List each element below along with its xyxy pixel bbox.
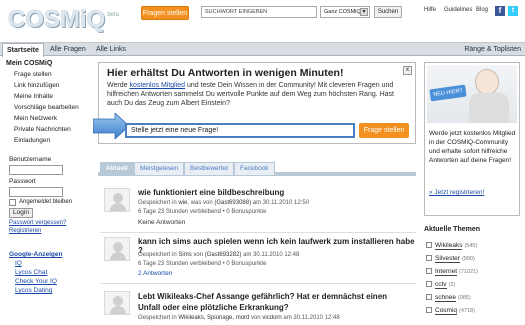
topic-item[interactable]: schnee (985) xyxy=(426,292,471,303)
arrow-icon xyxy=(93,113,129,139)
username-field[interactable] xyxy=(9,165,63,175)
tab-bestbewertet[interactable]: Bestbewertet xyxy=(184,162,234,175)
question-item: Lebt Wikileaks-Chef Assange gefährlich? … xyxy=(100,291,416,325)
twitter-icon[interactable]: t xyxy=(508,6,518,16)
question-item: wie funktioniert eine bildbeschreibung G… xyxy=(100,188,416,232)
checkbox-icon[interactable] xyxy=(426,307,432,313)
checkbox-icon[interactable] xyxy=(426,281,432,287)
remember-checkbox[interactable] xyxy=(9,199,16,206)
question-meta: Gespeichert in wie, was von (Gast693088)… xyxy=(138,200,310,206)
tab-facebook[interactable]: Facebook xyxy=(234,162,275,175)
tab-startseite[interactable]: Startseite xyxy=(2,43,44,57)
question-time-remaining: 6 Tage 23 Stunden verbleibend • 0 Bonusp… xyxy=(138,209,267,215)
search-scope-value: Ganz COSMiQ xyxy=(324,9,361,15)
guidelines-link[interactable]: Guidelines xyxy=(444,7,472,13)
promo-bubble: NEU HIER? xyxy=(429,84,467,102)
close-icon[interactable]: x xyxy=(403,66,412,75)
sidebar-item-ask[interactable]: Frage stellen xyxy=(6,69,90,80)
search-button[interactable]: Suchen xyxy=(374,6,402,18)
username-label: Benutzername xyxy=(9,156,52,163)
sidebar-item-network[interactable]: Mein Netzwerk xyxy=(6,113,90,124)
question-input[interactable]: Stelle jetzt eine neue Frage! xyxy=(125,123,355,138)
avatar[interactable] xyxy=(104,188,130,212)
answer-count-link[interactable]: 2 Antworten xyxy=(138,270,172,277)
question-time-remaining: 6 Tage 23 Stunden verbleibend • 0 Bonusp… xyxy=(138,261,267,267)
question-title[interactable]: wie funktioniert eine bildbeschreibung xyxy=(138,188,284,197)
question-meta: Gespeichert in Wikileaks, Spionage, mord… xyxy=(138,315,340,321)
logo-text: COSMiQ xyxy=(8,6,106,33)
question-title[interactable]: Lebt Wikileaks-Chef Assange gefährlich? … xyxy=(138,291,408,313)
ask-question-button[interactable]: Fragen stellen xyxy=(141,6,189,20)
person-head-icon xyxy=(475,69,499,95)
main-nav: Startseite Alle Fragen Alle Links Ränge … xyxy=(0,42,525,57)
sidebar-item-invitations[interactable]: Einladungen xyxy=(6,135,90,146)
password-label: Passwort xyxy=(9,178,36,185)
hero-title: Hier erhältst Du Antworten in wenigen Mi… xyxy=(107,67,344,79)
sidebar-item-add-link[interactable]: Link hinzufügen xyxy=(6,80,90,91)
avatar[interactable] xyxy=(104,291,130,315)
ask-question-submit-button[interactable]: Frage stellen xyxy=(359,123,409,138)
facebook-icon[interactable]: f xyxy=(495,6,505,16)
sidebar-item-messages[interactable]: Private Nachrichten xyxy=(6,124,90,135)
tab-meistgelesen[interactable]: Meistgelesen xyxy=(134,162,185,175)
ad-link-lycos-dating[interactable]: Lycos Dating xyxy=(9,287,52,294)
login-button[interactable]: Login xyxy=(9,208,33,218)
ad-link-check-iq[interactable]: Check Your IQ xyxy=(9,278,57,285)
sidebar-item-my-content[interactable]: Meine Inhalte xyxy=(6,91,90,102)
promo-image: NEU HIER? xyxy=(427,65,517,123)
chevron-down-icon[interactable]: ▼ xyxy=(360,8,368,16)
tab-alle-fragen[interactable]: Alle Fragen xyxy=(46,43,90,56)
checkbox-icon[interactable] xyxy=(426,294,432,300)
password-field[interactable] xyxy=(9,187,63,197)
question-item: kann ich sims auch spielen wenn ich kein… xyxy=(100,237,416,281)
hero-panel: Hier erhältst Du Antworten in wenigen Mi… xyxy=(93,62,416,144)
avatar[interactable] xyxy=(104,237,130,261)
ad-link-lycos-chat[interactable]: Lycos Chat xyxy=(9,269,47,276)
topic-item[interactable]: Silvester (990) xyxy=(426,253,475,264)
checkbox-icon[interactable] xyxy=(426,242,432,248)
sidebar-item-suggestions[interactable]: Vorschläge bearbeiten xyxy=(6,102,90,113)
google-ads-title[interactable]: Google-Anzeigen xyxy=(9,251,62,258)
checkbox-icon[interactable] xyxy=(426,268,432,274)
divider xyxy=(100,232,416,233)
signup-promo: NEU HIER? Werde jetzt kostenlos Mitglied… xyxy=(424,62,520,216)
question-meta: Gespeichert in Sims von (Gast693282) am … xyxy=(138,252,300,258)
tab-aktuell[interactable]: Aktuell xyxy=(100,162,134,175)
topic-item[interactable]: cctv (2) xyxy=(426,279,455,290)
ranks-link[interactable]: Ränge & Toplisten xyxy=(464,43,521,56)
topic-item[interactable]: Wikileaks (545) xyxy=(426,240,477,251)
question-tabs: Aktuell Meistgelesen Bestbewertet Facebo… xyxy=(98,160,416,176)
cosmiq-logo[interactable]: COSMiQ beta xyxy=(8,6,119,34)
person-body-icon xyxy=(469,93,509,123)
register-now-link[interactable]: » Jetzt registrieren! xyxy=(429,189,484,196)
remember-label: Angemeldet bleiben xyxy=(19,199,73,205)
tab-alle-links[interactable]: Alle Links xyxy=(92,43,130,56)
answer-count: Keine Antworten xyxy=(138,219,186,226)
search-input[interactable]: SUCHWORT EINGEBEN xyxy=(201,6,317,18)
sidebar-menu: Mein COSMiQ Frage stellen Link hinzufüge… xyxy=(6,60,90,146)
register-link[interactable]: Registrieren xyxy=(9,228,41,234)
sidebar-title: Mein COSMiQ xyxy=(6,60,53,67)
topic-item[interactable]: Internet (71021) xyxy=(426,266,478,277)
search-scope-select[interactable]: Ganz COSMiQ ▼ xyxy=(320,6,370,18)
help-link[interactable]: Hilfe xyxy=(424,7,436,13)
beta-badge: beta xyxy=(107,12,120,18)
free-membership-link[interactable]: kostenlos Mitglied xyxy=(129,82,185,89)
topics-title: Aktuelle Themen xyxy=(424,226,481,233)
divider xyxy=(100,283,416,284)
topic-item[interactable]: Cosmiq (4718) xyxy=(426,305,475,316)
forgot-password-link[interactable]: Passwort vergessen? xyxy=(9,220,66,226)
blog-link[interactable]: Blog xyxy=(476,7,488,13)
promo-text: Werde jetzt kostenlos Mitglied in der CO… xyxy=(429,130,516,164)
checkbox-icon[interactable] xyxy=(426,255,432,261)
hero-text: Werde kostenlos Mitglied und teste Dein … xyxy=(107,82,395,107)
ad-link-iq[interactable]: IQ xyxy=(9,260,22,267)
